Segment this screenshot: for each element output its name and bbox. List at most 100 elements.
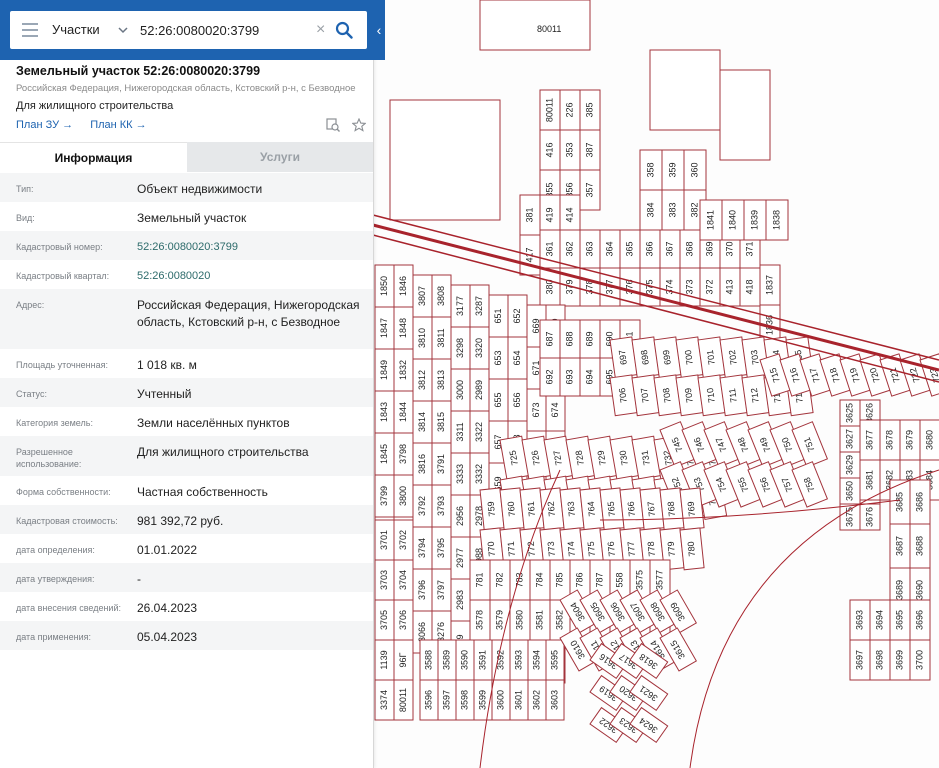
- parcel-plot[interactable]: 3696: [909, 599, 931, 641]
- parcel-plot[interactable]: 3795: [431, 526, 452, 570]
- parcel-plot[interactable]: 3796: [412, 568, 433, 612]
- large-parcel[interactable]: [389, 99, 501, 221]
- parcel-plot[interactable]: 3581: [529, 599, 551, 641]
- parcel-plot[interactable]: 3311: [450, 410, 471, 454]
- parcel-plot[interactable]: 655: [488, 378, 509, 422]
- parcel-plot[interactable]: 3603: [545, 679, 565, 721]
- search-input[interactable]: [140, 20, 310, 40]
- parcel-plot[interactable]: 3625: [839, 399, 861, 427]
- parcel-plot[interactable]: 418: [739, 267, 761, 307]
- parcel-plot[interactable]: 3698: [869, 639, 891, 681]
- parcel-plot[interactable]: 1850: [374, 264, 395, 308]
- parcel-plot[interactable]: 3602: [527, 679, 547, 721]
- parcel-plot[interactable]: 384: [639, 189, 663, 231]
- parcel-plot[interactable]: 3686: [909, 479, 931, 525]
- parcel-plot[interactable]: 357: [579, 169, 601, 211]
- info-row-link[interactable]: 52:26:0080020:3799: [137, 239, 362, 256]
- parcel-plot[interactable]: 385: [579, 89, 601, 131]
- parcel-plot[interactable]: 3287: [469, 284, 490, 328]
- parcel-plot[interactable]: 781: [469, 559, 491, 601]
- parcel-plot[interactable]: 1139: [374, 639, 395, 681]
- parcel-plot[interactable]: 3594: [527, 639, 547, 681]
- parcel-plot[interactable]: 3701: [374, 519, 395, 561]
- collapse-panel-icon[interactable]: ‹: [373, 18, 385, 42]
- parcel-plot[interactable]: 3678: [879, 419, 901, 461]
- parcel-plot[interactable]: 363: [579, 229, 601, 269]
- parcel-plot[interactable]: 3600: [491, 679, 511, 721]
- parcel-plot[interactable]: 3177: [450, 284, 471, 328]
- parcel-plot[interactable]: 364: [599, 229, 621, 269]
- parcel-plot[interactable]: 3810: [412, 316, 433, 360]
- search-on-map-icon[interactable]: [326, 118, 340, 132]
- parcel-plot[interactable]: 3813: [431, 358, 452, 402]
- tab-information[interactable]: Информация: [0, 142, 187, 173]
- parcel-plot[interactable]: 413: [719, 267, 741, 307]
- parcel-plot[interactable]: 3679: [899, 419, 921, 461]
- parcel-plot[interactable]: 353: [559, 129, 581, 171]
- parcel-plot[interactable]: 2977: [450, 536, 471, 580]
- parcel-plot[interactable]: 3685: [889, 479, 911, 525]
- parcel-plot[interactable]: 3687: [889, 523, 911, 569]
- parcel-plot[interactable]: 3650: [839, 477, 861, 505]
- parcel-plot[interactable]: 687: [539, 319, 561, 359]
- parcel-plot[interactable]: 3333: [450, 452, 471, 496]
- parcel-plot[interactable]: 3697: [849, 639, 871, 681]
- parcel-plot[interactable]: 96Г: [393, 639, 414, 681]
- clear-icon[interactable]: ×: [316, 11, 325, 49]
- menu-icon[interactable]: [22, 23, 38, 37]
- parcel-plot[interactable]: 688: [559, 319, 581, 359]
- large-parcel[interactable]: [719, 69, 771, 161]
- parcel-plot[interactable]: 3000: [450, 368, 471, 412]
- parcel-plot[interactable]: 1849: [374, 348, 395, 392]
- parcel-plot[interactable]: 3694: [869, 599, 891, 641]
- parcel-plot[interactable]: 653: [488, 336, 509, 380]
- parcel-plot[interactable]: 367: [659, 229, 681, 269]
- layer-select[interactable]: Участки: [52, 11, 142, 49]
- plan-kk-link[interactable]: План КК →: [90, 119, 146, 131]
- chevron-down-icon[interactable]: [118, 11, 128, 49]
- parcel-plot[interactable]: 1840: [721, 199, 745, 241]
- parcel-plot[interactable]: 769: [679, 487, 705, 531]
- parcel-plot[interactable]: 381: [519, 194, 541, 236]
- parcel-plot[interactable]: 3799: [374, 474, 395, 518]
- parcel-plot[interactable]: 1843: [374, 390, 395, 434]
- parcel-plot[interactable]: 373: [679, 267, 701, 307]
- parcel-plot[interactable]: 651: [488, 294, 509, 338]
- parcel-plot[interactable]: 1838: [765, 199, 789, 241]
- parcel-plot[interactable]: 3808: [431, 274, 452, 318]
- parcel-plot[interactable]: 3588: [419, 639, 439, 681]
- parcel-plot[interactable]: 3792: [412, 484, 433, 528]
- parcel-plot[interactable]: 416: [539, 129, 561, 171]
- parcel-plot[interactable]: 414: [559, 194, 581, 236]
- parcel-plot[interactable]: 694: [579, 357, 601, 397]
- parcel-plot[interactable]: 3800: [393, 474, 414, 518]
- parcel-plot[interactable]: 3676: [859, 503, 881, 531]
- info-row-link[interactable]: 52:26:0080020: [137, 268, 362, 285]
- parcel-plot[interactable]: 782: [489, 559, 511, 601]
- parcel-plot[interactable]: 1832: [393, 348, 414, 392]
- parcel-plot[interactable]: 3593: [509, 639, 529, 681]
- parcel-plot[interactable]: 3597: [437, 679, 457, 721]
- parcel-plot[interactable]: 359: [661, 149, 685, 191]
- parcel-plot[interactable]: 3589: [437, 639, 457, 681]
- star-icon[interactable]: [351, 117, 368, 132]
- parcel-plot[interactable]: 693: [559, 357, 581, 397]
- parcel-plot[interactable]: 3680: [919, 419, 939, 461]
- parcel-plot[interactable]: 1844: [393, 390, 414, 434]
- parcel-plot[interactable]: 419: [539, 194, 561, 236]
- parcel-plot[interactable]: 2983: [450, 578, 471, 622]
- parcel-plot[interactable]: 226: [559, 89, 581, 131]
- parcel-plot[interactable]: 3332: [469, 452, 490, 496]
- parcel-plot[interactable]: 3816: [412, 442, 433, 486]
- parcel-plot[interactable]: 3601: [509, 679, 529, 721]
- parcel-plot[interactable]: 366: [639, 229, 661, 269]
- parcel-plot[interactable]: 3675: [839, 503, 861, 531]
- parcel-plot[interactable]: 3793: [431, 484, 452, 528]
- parcel-plot[interactable]: 3596: [419, 679, 439, 721]
- parcel-plot[interactable]: 3374: [374, 679, 395, 721]
- parcel-plot[interactable]: 378: [579, 267, 601, 307]
- parcel-plot[interactable]: 3591: [473, 639, 493, 681]
- parcel-plot[interactable]: 3700: [909, 639, 931, 681]
- parcel-plot[interactable]: 3703: [374, 559, 395, 601]
- tab-services[interactable]: Услуги: [187, 142, 373, 172]
